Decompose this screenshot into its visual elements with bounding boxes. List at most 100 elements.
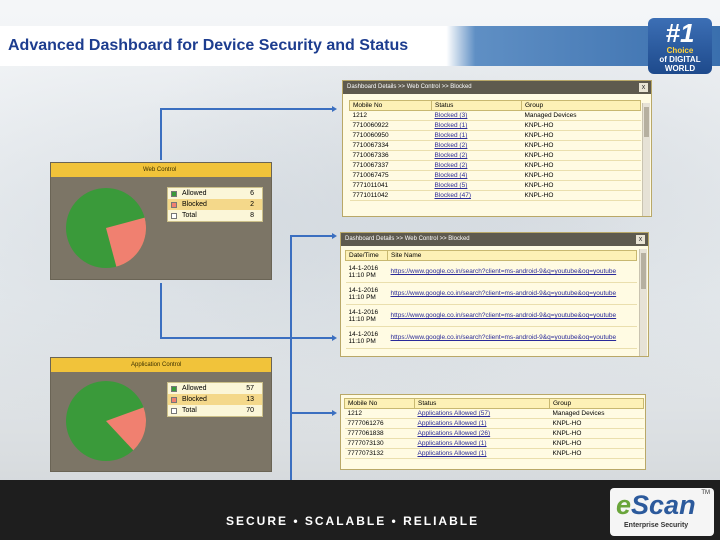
legend-swatch [171, 397, 177, 403]
title-bar: Advanced Dashboard for Device Security a… [0, 26, 720, 66]
table-cell[interactable]: Blocked (2) [431, 150, 522, 161]
logo-brand: eScan [616, 490, 696, 521]
table-cell[interactable]: Applications Allowed (26) [414, 428, 550, 439]
table-cell[interactable]: https://www.google.co.in/search?client=m… [387, 282, 637, 305]
table-row[interactable]: 7710067336 Blocked (2) KNPL-HO [349, 150, 641, 161]
legend-value[interactable]: 13 [246, 394, 254, 405]
table-cell[interactable]: Applications Allowed (1) [414, 418, 550, 429]
legend-label: Allowed [182, 190, 207, 197]
table-cell: KNPL-HO [521, 140, 641, 151]
table-row[interactable]: 1212 Applications Allowed (57) Managed Dev… [344, 408, 644, 419]
table-cell[interactable]: Blocked (3) [431, 110, 522, 121]
web-control-header: Web Control [51, 163, 271, 177]
close-icon[interactable]: x [639, 83, 648, 92]
table-cell: 14-1-2016 11:10 PM [345, 282, 388, 305]
web-detail-sites-window: Dashboard Details >> Web Control >> Bloc… [340, 232, 649, 357]
connector-line [290, 235, 292, 485]
scrollbar-thumb[interactable] [644, 107, 649, 137]
scrollbar[interactable] [639, 249, 647, 356]
legend-allowed[interactable]: Allowed 6 [168, 188, 262, 199]
legend-total[interactable]: Total 70 [168, 405, 262, 416]
table-cell[interactable]: Blocked (5) [431, 180, 522, 191]
table-cell[interactable]: Blocked (1) [431, 120, 522, 131]
legend-label: Blocked [182, 396, 207, 403]
table-row[interactable]: 7771011042 Blocked (47) KNPL-HO [349, 190, 641, 201]
column-header[interactable]: Date/Time [345, 250, 388, 261]
table-header-row: Mobile No Status Group [349, 100, 641, 111]
legend-value[interactable]: 8 [250, 210, 254, 221]
table-cell: KNPL-HO [521, 190, 641, 201]
table-cell: 7777073132 [344, 448, 415, 459]
app-control-legend: Allowed 57 Blocked 13 Total 70 [167, 382, 263, 417]
table-row[interactable]: 14-1-2016 11:10 PM https://www.google.co.… [345, 260, 637, 283]
legend-value[interactable]: 6 [250, 188, 254, 199]
table-row[interactable]: 7710067337 Blocked (2) KNPL-HO [349, 160, 641, 171]
connector-line [160, 108, 332, 110]
web-control-pie-chart[interactable] [63, 185, 149, 271]
table-row[interactable]: 7777073132 Applications Allowed (1) KNPL-H… [344, 448, 644, 459]
table-row[interactable]: 7771011041 Blocked (5) KNPL-HO [349, 180, 641, 191]
table-cell: KNPL-HO [549, 438, 644, 449]
web-detail-sites-header: Dashboard Details >> Web Control >> Bloc… [341, 233, 648, 246]
legend-total[interactable]: Total 8 [168, 210, 262, 221]
arrow-icon [332, 335, 337, 341]
table-row[interactable]: 7777061276 Applications Allowed (1) KNPL-H… [344, 418, 644, 429]
table-row[interactable]: 1212 Blocked (3) Managed Devices [349, 110, 641, 121]
legend-swatch [171, 386, 177, 392]
table-cell[interactable]: Blocked (1) [431, 130, 522, 141]
legend-value[interactable]: 57 [246, 383, 254, 394]
legend-value[interactable]: 70 [246, 405, 254, 416]
table-cell: 7777073130 [344, 438, 415, 449]
table-cell[interactable]: Blocked (4) [431, 170, 522, 181]
table-cell: 14-1-2016 11:10 PM [345, 326, 388, 349]
table-cell[interactable]: Blocked (47) [431, 190, 522, 201]
table-cell[interactable]: Applications Allowed (1) [414, 438, 550, 449]
legend-allowed[interactable]: Allowed 57 [168, 383, 262, 394]
table-cell: KNPL-HO [521, 180, 641, 191]
table-cell[interactable]: https://www.google.co.in/search?client=m… [387, 260, 637, 283]
award-number: #1 [665, 18, 695, 48]
table-cell: KNPL-HO [521, 150, 641, 161]
legend-label: Blocked [182, 201, 207, 208]
table-row[interactable]: 14-1-2016 11:10 PM https://www.google.co.… [345, 304, 637, 327]
table-cell: 7710067336 [349, 150, 432, 161]
legend-blocked[interactable]: Blocked 2 [168, 199, 262, 210]
award-badge: #1 Choice of DIGITAL WORLD [648, 18, 712, 74]
table-cell[interactable]: Applications Allowed (1) [414, 448, 550, 459]
scrollbar-thumb[interactable] [641, 253, 646, 289]
table-cell: Managed Devices [549, 408, 644, 419]
table-row[interactable]: 7710060922 Blocked (1) KNPL-HO [349, 120, 641, 131]
table-row[interactable]: 14-1-2016 11:10 PM https://www.google.co.… [345, 282, 637, 305]
table-row[interactable]: 7710067334 Blocked (2) KNPL-HO [349, 140, 641, 151]
close-icon[interactable]: x [636, 235, 645, 244]
table-row[interactable]: 14-1-2016 11:10 PM https://www.google.co.… [345, 326, 637, 349]
table-cell[interactable]: Blocked (2) [431, 140, 522, 151]
table-cell: 7777061838 [344, 428, 415, 439]
column-header[interactable]: Status [414, 398, 550, 409]
table-row[interactable]: 7710060950 Blocked (1) KNPL-HO [349, 130, 641, 141]
table-row[interactable]: 7777061838 Applications Allowed (26) KNPL-… [344, 428, 644, 439]
table-cell[interactable]: https://www.google.co.in/search?client=m… [387, 326, 637, 349]
column-header[interactable]: Status [431, 100, 522, 111]
web-detail-status-window: Dashboard Details >> Web Control >> Bloc… [342, 80, 652, 217]
column-header[interactable]: Mobile No [344, 398, 415, 409]
table-cell[interactable]: https://www.google.co.in/search?client=m… [387, 304, 637, 327]
column-header[interactable]: Group [521, 100, 641, 111]
app-control-header: Application Control [51, 358, 271, 372]
legend-swatch [171, 202, 177, 208]
scrollbar[interactable] [642, 103, 650, 216]
legend-value[interactable]: 2 [250, 199, 254, 210]
logo-subtitle: Enterprise Security [624, 522, 689, 529]
column-header[interactable]: Group [549, 398, 644, 409]
app-control-pie-chart[interactable] [63, 378, 149, 464]
column-header[interactable]: Mobile No [349, 100, 432, 111]
table-cell[interactable]: Blocked (2) [431, 160, 522, 171]
table-cell: 7710060950 [349, 130, 432, 141]
footer-tagline: SECURE • SCALABLE • RELIABLE [226, 514, 480, 528]
legend-blocked[interactable]: Blocked 13 [168, 394, 262, 405]
table-cell[interactable]: Applications Allowed (57) [414, 408, 550, 419]
table-row[interactable]: 7777073130 Applications Allowed (1) KNPL-H… [344, 438, 644, 449]
table-row[interactable]: 7710067475 Blocked (4) KNPL-HO [349, 170, 641, 181]
column-header[interactable]: Site Name [387, 250, 637, 261]
logo-tm: TM [701, 490, 710, 496]
